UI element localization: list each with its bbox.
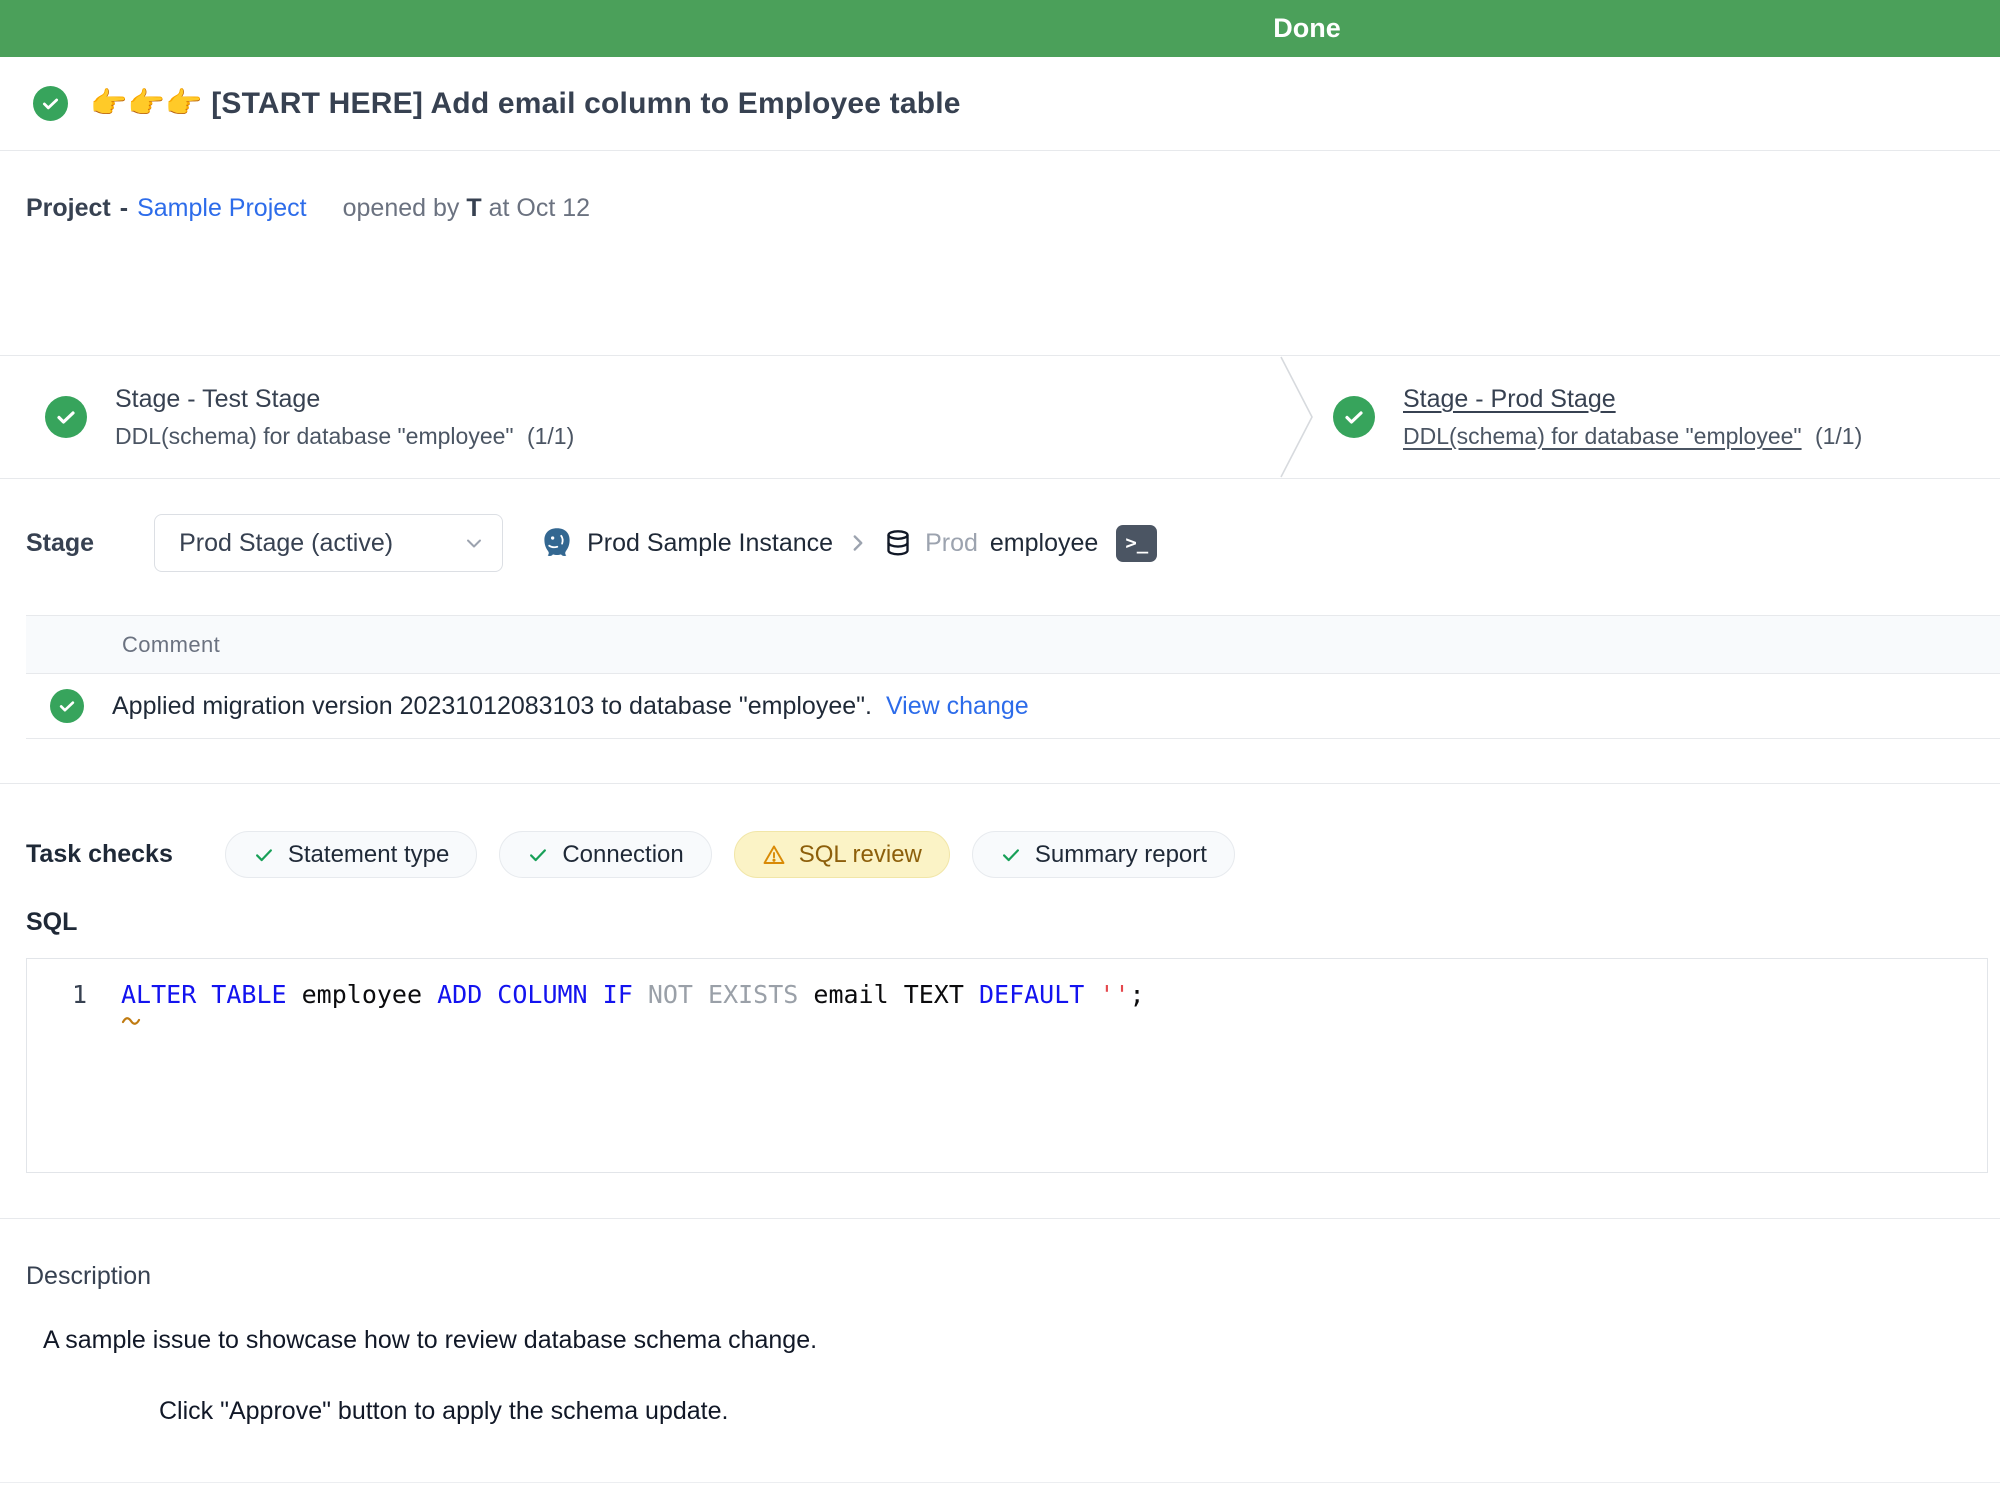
check-icon: [253, 844, 275, 866]
sql-section-label: SQL: [26, 908, 77, 937]
opened-by-text: opened by T at Oct 12: [343, 194, 590, 223]
chevron-right-icon: [845, 530, 871, 556]
target-breadcrumb: Prod Sample Instance Prod employee >_: [539, 525, 1157, 562]
check-icon: [1000, 844, 1022, 866]
task-check-label: Summary report: [1035, 841, 1207, 869]
issue-done-check-icon: [33, 86, 68, 121]
stage-pipeline: Stage - Test Stage DDL(schema) for datab…: [0, 355, 2000, 479]
stage-task-link[interactable]: DDL(schema) for database "employee": [1403, 423, 1802, 449]
stage-title: Stage - Test Stage: [115, 385, 574, 414]
issue-detail-page: Done 👉👉👉 [START HERE] Add email column t…: [0, 0, 2000, 1500]
status-banner-label: Done: [1252, 0, 1362, 57]
warning-triangle-icon: [762, 843, 786, 867]
comment-success-check-icon: [50, 689, 84, 723]
view-change-link[interactable]: View change: [886, 692, 1029, 721]
task-check-summary-report[interactable]: Summary report: [972, 831, 1235, 878]
database-link[interactable]: employee: [990, 529, 1098, 558]
task-check-label: SQL review: [799, 841, 922, 869]
opened-time: at Oct 12: [489, 194, 590, 222]
stage-prod-stage[interactable]: Stage - Prod Stage DDL(schema) for datab…: [1333, 356, 1862, 478]
section-divider: [0, 783, 2000, 784]
sql-statement: ALTER TABLE employee ADD COLUMN IF NOT E…: [121, 979, 1145, 1011]
task-check-connection[interactable]: Connection: [499, 831, 711, 878]
section-divider: [0, 1218, 2000, 1219]
status-banner: Done: [0, 0, 2000, 57]
stage-done-check-icon: [45, 396, 87, 438]
postgresql-icon: [539, 525, 575, 561]
task-check-statement-type[interactable]: Statement type: [225, 831, 477, 878]
comment-row: Applied migration version 20231012083103…: [26, 674, 2000, 739]
comment-table: Comment Applied migration version 202310…: [26, 615, 2000, 739]
sql-warning-squiggle-icon: [121, 1013, 143, 1025]
comment-table-header: Comment: [26, 615, 2000, 674]
check-icon: [527, 844, 549, 866]
stage-subtitle: DDL(schema) for database "employee" (1/1…: [1403, 423, 1862, 450]
stage-select-value: Prod Stage (active): [179, 529, 462, 558]
task-check-label: Statement type: [288, 841, 449, 869]
stage-selector-row: Stage Prod Stage (active) Prod Sample In…: [26, 512, 2000, 574]
issue-title-row: 👉👉👉 [START HERE] Add email column to Emp…: [0, 57, 2000, 151]
sql-editor-viewer: 1 ALTER TABLE employee ADD COLUMN IF NOT…: [26, 958, 1988, 1173]
task-checks-label: Task checks: [26, 840, 173, 869]
comment-message: Applied migration version 20231012083103…: [112, 692, 872, 721]
project-link[interactable]: Sample Project: [137, 194, 307, 223]
chevron-down-icon: [462, 531, 486, 555]
description-text-line2: Click "Approve" button to apply the sche…: [159, 1397, 728, 1426]
stage-done-check-icon: [1333, 396, 1375, 438]
environment-label: Prod: [925, 529, 978, 558]
stage-test-stage[interactable]: Stage - Test Stage DDL(schema) for datab…: [45, 356, 574, 478]
section-divider: [0, 1482, 2000, 1483]
line-number: 1: [27, 979, 121, 1011]
project-label: Project: [26, 194, 111, 223]
stage-task-counter: (1/1): [527, 423, 574, 449]
instance-link[interactable]: Prod Sample Instance: [587, 529, 833, 558]
sql-editor-icon[interactable]: >_: [1116, 525, 1157, 562]
description-text-line1: A sample issue to showcase how to review…: [43, 1326, 817, 1355]
stage-task-name: DDL(schema) for database "employee": [115, 423, 514, 449]
project-separator: -: [120, 194, 128, 223]
opened-by-user: T: [466, 194, 481, 222]
task-check-label: Connection: [562, 841, 683, 869]
task-check-pills: Statement type Connection SQL review Sum…: [225, 831, 1235, 878]
task-checks-row: Task checks Statement type Connection SQ…: [26, 831, 1235, 878]
opened-by-prefix: opened by: [343, 194, 460, 222]
stage-selector-label: Stage: [26, 529, 94, 558]
description-label: Description: [26, 1262, 151, 1291]
stage-title-link[interactable]: Stage - Prod Stage: [1403, 385, 1862, 414]
task-check-sql-review[interactable]: SQL review: [734, 831, 950, 878]
stage-task-counter: (1/1): [1815, 423, 1862, 449]
stage-subtitle: DDL(schema) for database "employee" (1/1…: [115, 423, 574, 450]
database-icon: [883, 528, 913, 558]
issue-title: 👉👉👉 [START HERE] Add email column to Emp…: [90, 86, 961, 121]
sql-code-line: 1 ALTER TABLE employee ADD COLUMN IF NOT…: [27, 979, 1987, 1011]
project-row: Project - Sample Project opened by T at …: [26, 186, 590, 230]
stage-separator-chevron-icon: [1278, 356, 1318, 478]
stage-select[interactable]: Prod Stage (active): [154, 514, 503, 572]
comment-column-header: Comment: [122, 632, 220, 658]
